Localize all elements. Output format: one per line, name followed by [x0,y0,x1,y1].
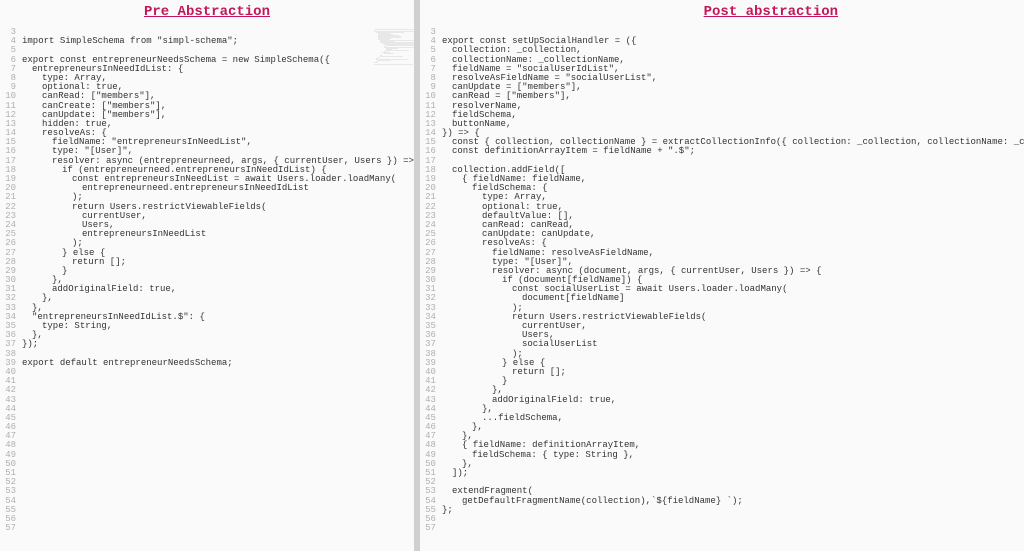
left-minimap[interactable] [374,28,414,128]
right-editor[interactable]: 3456789101112131415161718192021222324252… [420,28,1024,551]
right-editor-pane: Post abstraction 34567891011121314151617… [420,0,1024,551]
right-gutter: 3456789101112131415161718192021222324252… [420,28,442,551]
left-editor-pane: Pre Abstraction 345678910111213141516171… [0,0,420,551]
right-pane-title: Post abstraction [420,0,1024,28]
left-gutter: 3456789101112131415161718192021222324252… [0,28,22,551]
left-pane-title: Pre Abstraction [0,0,414,28]
left-code-area[interactable]: import SimpleSchema from "simpl-schema";… [22,28,414,551]
right-code-area[interactable]: export const setUpSocialHandler = ({coll… [442,28,1024,551]
left-editor[interactable]: 3456789101112131415161718192021222324252… [0,28,414,551]
